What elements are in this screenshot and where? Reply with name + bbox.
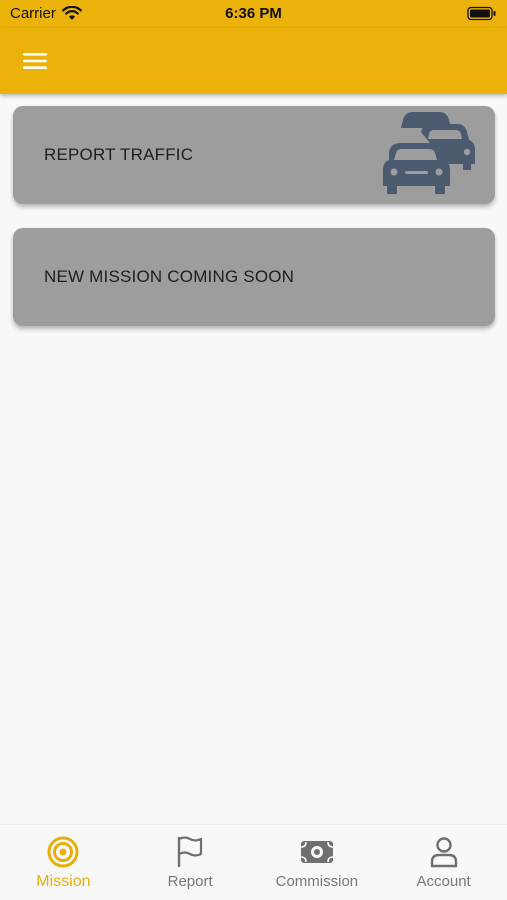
tab-commission[interactable]: Commission: [254, 825, 381, 900]
status-bar: Carrier 6:36 PM: [0, 0, 507, 28]
app-bar: [0, 28, 507, 94]
tab-bar: Mission Report Commission Account: [0, 824, 507, 900]
mission-list: REPORT TRAFFIC NEW MISSION COMING SOON: [0, 94, 507, 824]
flag-icon: [173, 835, 207, 869]
tab-account[interactable]: Account: [380, 825, 507, 900]
status-time: 6:36 PM: [225, 5, 282, 22]
tab-report[interactable]: Report: [127, 825, 254, 900]
battery-icon: [467, 6, 496, 21]
person-icon: [427, 835, 461, 869]
money-icon: [300, 835, 334, 869]
target-icon: [46, 835, 80, 869]
traffic-cars-icon: [383, 112, 475, 194]
hamburger-menu-icon: [23, 53, 47, 69]
mission-card-report-traffic[interactable]: REPORT TRAFFIC: [13, 106, 495, 204]
mission-card-label: NEW MISSION COMING SOON: [44, 267, 295, 286]
tab-label: Account: [416, 873, 471, 890]
tab-label: Report: [167, 873, 213, 890]
tab-label: Commission: [275, 873, 359, 890]
tab-label: Mission: [36, 873, 91, 890]
tab-mission[interactable]: Mission: [0, 825, 127, 900]
mission-card-label: REPORT TRAFFIC: [44, 145, 194, 164]
menu-button[interactable]: [20, 46, 50, 76]
mission-card-coming-soon[interactable]: NEW MISSION COMING SOON: [13, 228, 495, 326]
